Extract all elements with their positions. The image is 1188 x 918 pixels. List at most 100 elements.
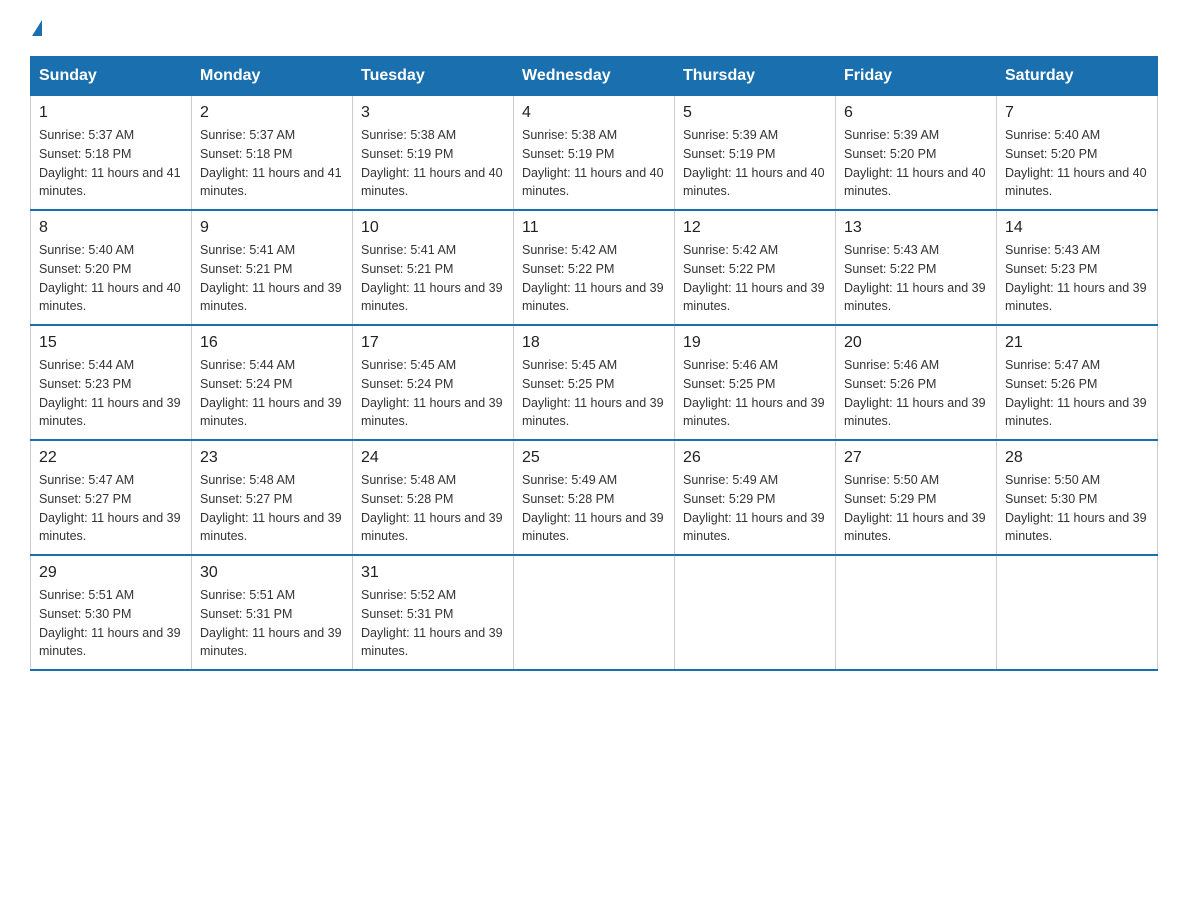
table-row: 8 Sunrise: 5:40 AMSunset: 5:20 PMDaylight… <box>31 210 192 325</box>
table-row: 30 Sunrise: 5:51 AMSunset: 5:31 PMDayligh… <box>192 555 353 670</box>
table-row: 31Sunrise: 5:52 AMSunset: 5:31 PMDayligh… <box>353 555 514 670</box>
table-row: 24 Sunrise: 5:48 AMSunset: 5:28 PMDayligh… <box>353 440 514 555</box>
day-info: Sunrise: 5:37 AMSunset: 5:18 PMDaylight:… <box>39 126 183 201</box>
table-row: 18 Sunrise: 5:45 AMSunset: 5:25 PMDayligh… <box>514 325 675 440</box>
day-number: 28 <box>1005 449 1149 467</box>
table-row: 15Sunrise: 5:44 AMSunset: 5:23 PMDayligh… <box>31 325 192 440</box>
day-number: 15 <box>39 334 183 352</box>
day-info: Sunrise: 5:49 AMSunset: 5:28 PMDaylight:… <box>522 471 666 546</box>
header-monday: Monday <box>192 57 353 96</box>
table-row: 25 Sunrise: 5:49 AMSunset: 5:28 PMDayligh… <box>514 440 675 555</box>
day-number: 9 <box>200 219 344 237</box>
day-number: 17 <box>361 334 505 352</box>
calendar-body: 1 Sunrise: 5:37 AMSunset: 5:18 PMDaylight… <box>31 96 1158 671</box>
day-info: Sunrise: 5:47 AMSunset: 5:26 PMDaylight:… <box>1005 356 1149 431</box>
day-info: Sunrise: 5:48 AMSunset: 5:27 PMDaylight:… <box>200 471 344 546</box>
day-number: 22 <box>39 449 183 467</box>
day-number: 18 <box>522 334 666 352</box>
logo <box>30 20 42 36</box>
header-friday: Friday <box>836 57 997 96</box>
day-info: Sunrise: 5:50 AMSunset: 5:29 PMDaylight:… <box>844 471 988 546</box>
day-number: 2 <box>200 104 344 122</box>
page-header <box>30 20 1158 36</box>
day-number: 25 <box>522 449 666 467</box>
table-row: 19 Sunrise: 5:46 AMSunset: 5:25 PMDayligh… <box>675 325 836 440</box>
day-info: Sunrise: 5:47 AMSunset: 5:27 PMDaylight:… <box>39 471 183 546</box>
table-row: 22 Sunrise: 5:47 AMSunset: 5:27 PMDayligh… <box>31 440 192 555</box>
day-info: Sunrise: 5:43 AMSunset: 5:22 PMDaylight:… <box>844 241 988 316</box>
day-info: Sunrise: 5:38 AMSunset: 5:19 PMDaylight:… <box>522 126 666 201</box>
day-number: 5 <box>683 104 827 122</box>
table-row: 17 Sunrise: 5:45 AMSunset: 5:24 PMDayligh… <box>353 325 514 440</box>
day-info: Sunrise: 5:43 AMSunset: 5:23 PMDaylight:… <box>1005 241 1149 316</box>
day-number: 4 <box>522 104 666 122</box>
day-info: Sunrise: 5:45 AMSunset: 5:25 PMDaylight:… <box>522 356 666 431</box>
day-info: Sunrise: 5:42 AMSunset: 5:22 PMDaylight:… <box>683 241 827 316</box>
day-number: 24 <box>361 449 505 467</box>
header-row: Sunday Monday Tuesday Wednesday Thursday… <box>31 57 1158 96</box>
table-row: 27 Sunrise: 5:50 AMSunset: 5:29 PMDayligh… <box>836 440 997 555</box>
day-number: 8 <box>39 219 183 237</box>
table-row: 2 Sunrise: 5:37 AMSunset: 5:18 PMDaylight… <box>192 96 353 211</box>
day-info: Sunrise: 5:46 AMSunset: 5:26 PMDaylight:… <box>844 356 988 431</box>
table-row <box>997 555 1158 670</box>
table-row: 29 Sunrise: 5:51 AMSunset: 5:30 PMDayligh… <box>31 555 192 670</box>
logo-triangle-icon <box>32 20 42 36</box>
table-row: 13 Sunrise: 5:43 AMSunset: 5:22 PMDayligh… <box>836 210 997 325</box>
day-number: 1 <box>39 104 183 122</box>
day-number: 16 <box>200 334 344 352</box>
table-row: 1 Sunrise: 5:37 AMSunset: 5:18 PMDaylight… <box>31 96 192 211</box>
calendar-table: Sunday Monday Tuesday Wednesday Thursday… <box>30 56 1158 671</box>
day-number: 12 <box>683 219 827 237</box>
day-number: 20 <box>844 334 988 352</box>
day-number: 13 <box>844 219 988 237</box>
table-row: 28 Sunrise: 5:50 AMSunset: 5:30 PMDayligh… <box>997 440 1158 555</box>
day-info: Sunrise: 5:49 AMSunset: 5:29 PMDaylight:… <box>683 471 827 546</box>
calendar-header: Sunday Monday Tuesday Wednesday Thursday… <box>31 57 1158 96</box>
calendar-week-row: 8 Sunrise: 5:40 AMSunset: 5:20 PMDaylight… <box>31 210 1158 325</box>
day-number: 27 <box>844 449 988 467</box>
day-info: Sunrise: 5:41 AMSunset: 5:21 PMDaylight:… <box>361 241 505 316</box>
day-number: 7 <box>1005 104 1149 122</box>
table-row: 5 Sunrise: 5:39 AMSunset: 5:19 PMDaylight… <box>675 96 836 211</box>
day-number: 10 <box>361 219 505 237</box>
table-row: 4 Sunrise: 5:38 AMSunset: 5:19 PMDaylight… <box>514 96 675 211</box>
table-row: 16Sunrise: 5:44 AMSunset: 5:24 PMDayligh… <box>192 325 353 440</box>
day-number: 31 <box>361 564 505 582</box>
table-row <box>514 555 675 670</box>
day-number: 29 <box>39 564 183 582</box>
header-wednesday: Wednesday <box>514 57 675 96</box>
day-info: Sunrise: 5:40 AMSunset: 5:20 PMDaylight:… <box>39 241 183 316</box>
day-info: Sunrise: 5:39 AMSunset: 5:20 PMDaylight:… <box>844 126 988 201</box>
table-row: 23Sunrise: 5:48 AMSunset: 5:27 PMDayligh… <box>192 440 353 555</box>
day-number: 11 <box>522 219 666 237</box>
calendar-week-row: 29 Sunrise: 5:51 AMSunset: 5:30 PMDayligh… <box>31 555 1158 670</box>
day-number: 3 <box>361 104 505 122</box>
day-info: Sunrise: 5:39 AMSunset: 5:19 PMDaylight:… <box>683 126 827 201</box>
day-info: Sunrise: 5:45 AMSunset: 5:24 PMDaylight:… <box>361 356 505 431</box>
table-row: 21Sunrise: 5:47 AMSunset: 5:26 PMDayligh… <box>997 325 1158 440</box>
header-saturday: Saturday <box>997 57 1158 96</box>
day-number: 30 <box>200 564 344 582</box>
header-tuesday: Tuesday <box>353 57 514 96</box>
day-info: Sunrise: 5:50 AMSunset: 5:30 PMDaylight:… <box>1005 471 1149 546</box>
table-row: 11 Sunrise: 5:42 AMSunset: 5:22 PMDayligh… <box>514 210 675 325</box>
day-info: Sunrise: 5:48 AMSunset: 5:28 PMDaylight:… <box>361 471 505 546</box>
table-row: 3 Sunrise: 5:38 AMSunset: 5:19 PMDaylight… <box>353 96 514 211</box>
table-row: 7Sunrise: 5:40 AMSunset: 5:20 PMDaylight… <box>997 96 1158 211</box>
day-info: Sunrise: 5:51 AMSunset: 5:31 PMDaylight:… <box>200 586 344 661</box>
day-info: Sunrise: 5:46 AMSunset: 5:25 PMDaylight:… <box>683 356 827 431</box>
day-info: Sunrise: 5:42 AMSunset: 5:22 PMDaylight:… <box>522 241 666 316</box>
day-number: 14 <box>1005 219 1149 237</box>
header-sunday: Sunday <box>31 57 192 96</box>
table-row: 26Sunrise: 5:49 AMSunset: 5:29 PMDayligh… <box>675 440 836 555</box>
day-number: 19 <box>683 334 827 352</box>
table-row: 20 Sunrise: 5:46 AMSunset: 5:26 PMDayligh… <box>836 325 997 440</box>
day-info: Sunrise: 5:38 AMSunset: 5:19 PMDaylight:… <box>361 126 505 201</box>
day-info: Sunrise: 5:37 AMSunset: 5:18 PMDaylight:… <box>200 126 344 201</box>
calendar-week-row: 1 Sunrise: 5:37 AMSunset: 5:18 PMDaylight… <box>31 96 1158 211</box>
calendar-week-row: 15Sunrise: 5:44 AMSunset: 5:23 PMDayligh… <box>31 325 1158 440</box>
day-info: Sunrise: 5:51 AMSunset: 5:30 PMDaylight:… <box>39 586 183 661</box>
table-row: 10 Sunrise: 5:41 AMSunset: 5:21 PMDayligh… <box>353 210 514 325</box>
table-row <box>836 555 997 670</box>
